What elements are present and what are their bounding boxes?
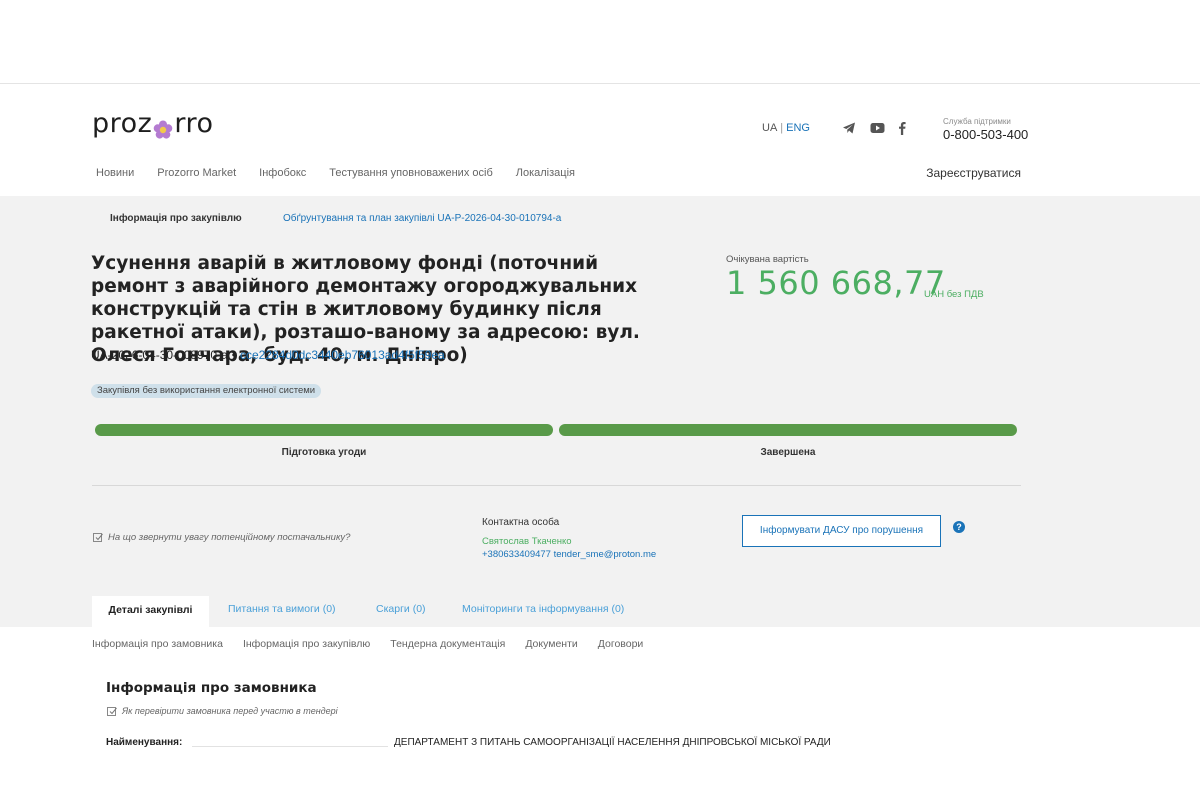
stage-bar-completed: [559, 424, 1017, 436]
tender-id: UA-2026-04-30-008970-a: [91, 348, 228, 362]
details-subnav: Інформація про замовника Інформація про …: [92, 638, 663, 650]
breadcrumb-tender-info[interactable]: Інформація про закупівлю: [110, 213, 242, 224]
checkbox-icon: [107, 706, 117, 716]
subnav-documents[interactable]: Документи: [525, 638, 577, 650]
help-icon[interactable]: ?: [953, 521, 965, 533]
customer-name-label: Найменування:: [106, 737, 183, 748]
prozorro-logo[interactable]: proz rro: [92, 108, 214, 139]
section-divider: [92, 485, 1021, 486]
youtube-icon[interactable]: [870, 121, 885, 135]
facebook-icon[interactable]: [897, 121, 911, 135]
customer-section-title: Інформація про замовника: [106, 680, 317, 696]
support-block: Служба підтримки 0-800-503-400: [943, 117, 1028, 142]
supplier-hint-link[interactable]: На що звернути увагу потенційному постач…: [93, 532, 350, 543]
logo-text-right: rro: [174, 108, 214, 139]
supplier-hint-text: На що звернути увагу потенційному постач…: [108, 532, 351, 543]
language-switcher: UA | ENG: [762, 122, 810, 134]
procurement-type-badge: Закупівля без використання електронної с…: [91, 384, 322, 398]
contact-name: Святослав Ткаченко: [482, 536, 572, 547]
tab-complaints[interactable]: Скарги (0): [376, 603, 426, 615]
tab-questions[interactable]: Питання та вимоги (0): [228, 603, 336, 615]
logo-text-left: proz: [92, 108, 153, 139]
nav-item-localization[interactable]: Локалізація: [516, 167, 575, 179]
expected-value-unit: UAH без ПДВ: [924, 289, 984, 300]
main-nav: Новини Prozorro Market Інфобокс Тестуван…: [96, 167, 598, 179]
field-leader-line: [192, 746, 388, 747]
register-link[interactable]: Зареєструватися: [926, 166, 1021, 180]
nav-item-market[interactable]: Prozorro Market: [157, 167, 236, 179]
top-divider: [0, 83, 1200, 84]
telegram-icon[interactable]: [842, 121, 856, 135]
tab-details[interactable]: Деталі закупівлі: [92, 596, 209, 627]
id-separator: •: [231, 348, 236, 362]
stage-label-completed: Завершена: [760, 447, 816, 458]
stage-label-preparation: Підготовка угоди: [281, 447, 367, 458]
breadcrumb-plan[interactable]: Обґрунтування та план закупівлі UA-P-202…: [283, 213, 561, 224]
checkbox-icon: [93, 533, 103, 542]
customer-name-value: ДЕПАРТАМЕНТ З ПИТАНЬ САМООРГАНІЗАЦІЇ НАС…: [394, 737, 831, 748]
nav-item-testing[interactable]: Тестування уповноважених осіб: [329, 167, 492, 179]
tab-monitoring[interactable]: Моніторинги та інформування (0): [462, 603, 624, 615]
support-phone[interactable]: 0-800-503-400: [943, 127, 1028, 142]
contact-phone-email[interactable]: +380633409477 tender_sme@proton.me: [482, 549, 656, 560]
customer-hint-text: Як перевірити замовника перед участю в т…: [122, 706, 338, 716]
lang-separator: |: [780, 122, 784, 134]
flower-icon: [153, 116, 173, 139]
subnav-customer[interactable]: Інформація про замовника: [92, 638, 223, 650]
inform-dasu-button[interactable]: Інформувати ДАСУ про порушення: [742, 515, 941, 547]
nav-item-infobox[interactable]: Інфобокс: [259, 167, 306, 179]
lang-ua[interactable]: UA: [762, 122, 777, 134]
stage-bar-preparation: [95, 424, 553, 436]
lang-eng[interactable]: ENG: [786, 122, 810, 134]
subnav-procurement[interactable]: Інформація про закупівлю: [243, 638, 370, 650]
customer-hint-link[interactable]: Як перевірити замовника перед участю в т…: [107, 706, 338, 716]
subnav-documentation[interactable]: Тендерна документація: [390, 638, 505, 650]
contact-caption: Контактна особа: [482, 517, 560, 528]
support-caption: Служба підтримки: [943, 117, 1011, 126]
subnav-contracts[interactable]: Договори: [598, 638, 644, 650]
tender-hash-link[interactable]: cce2284d0dc3440eb76013ad4f5f59ea: [240, 348, 445, 362]
expected-value: 1 560 668,77: [726, 264, 946, 302]
nav-item-news[interactable]: Новини: [96, 167, 134, 179]
tender-ids: UA-2026-04-30-008970-a • cce2284d0dc3440eb…: [91, 348, 445, 362]
